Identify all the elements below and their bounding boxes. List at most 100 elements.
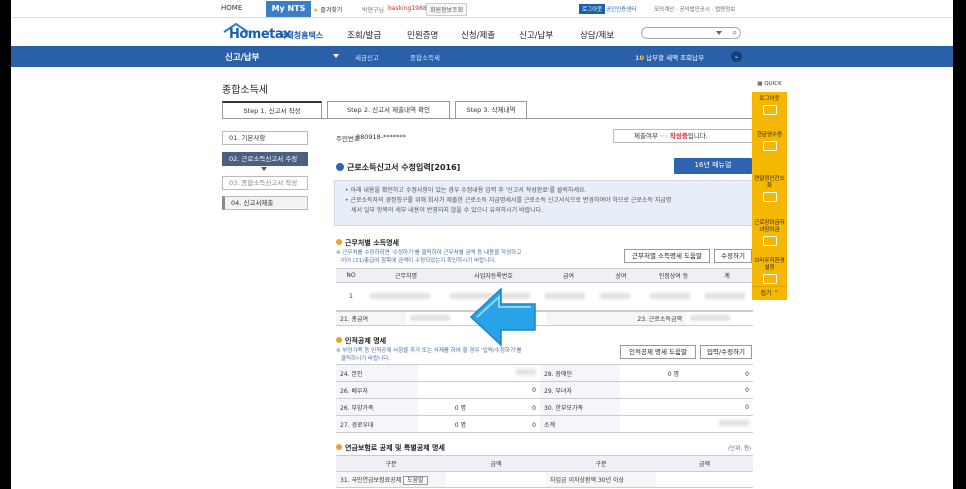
manual-button[interactable]: 16년 매뉴얼	[674, 158, 752, 174]
column-header: NO	[336, 268, 366, 283]
step-basic[interactable]: 01. 기본사항	[222, 131, 308, 145]
table-row: 24. 본인 28. 장애인 0 명0	[336, 364, 753, 382]
home-link[interactable]: HOME	[221, 4, 242, 12]
quick-browser-settings[interactable]: 브라우저환경설정	[752, 258, 787, 285]
amount-value: 0	[532, 404, 536, 412]
personal-table: 24. 본인 28. 장애인 0 명0 26. 배우자 0 29. 부녀자 0 …	[336, 364, 753, 433]
help-button[interactable]: 도움말	[403, 476, 428, 485]
column-header: 인정상여 등	[646, 268, 701, 283]
workplace-table: NO 근무처명 사업자등록번호 급여 상여 인정상여 등 계 1	[336, 268, 753, 311]
receipt-icon	[762, 141, 777, 151]
page-title: 종합소득세	[222, 85, 268, 96]
tab-step3[interactable]: Step 3. 삭제내역	[455, 101, 527, 118]
member-info-button[interactable]: 회원정보조회	[426, 3, 468, 16]
column-header: 구분	[546, 455, 656, 472]
table-row: 31. 국민연금보험료공제 도움말 차입금 이자상환액 30년 이상	[336, 471, 753, 488]
tab-step1[interactable]: Step 1. 신고서 작성	[222, 101, 322, 118]
row-value	[418, 364, 540, 382]
chevron-down-icon[interactable]	[716, 31, 722, 35]
quick-item-label: 브라우저환경설정	[754, 258, 785, 271]
masked-value	[600, 292, 630, 299]
masked-value	[370, 292, 430, 299]
quick-logout[interactable]: 로그아웃	[752, 96, 787, 116]
search-icon[interactable]: ⌕	[733, 28, 737, 38]
breadcrumb-1[interactable]: 세금신고	[355, 52, 379, 62]
info-line-3: 세서 일부 항목의 세부 내용이 반영되지 않을 수 있으니 유의하시기 바랍니…	[351, 207, 544, 214]
quick-incentive[interactable]: 근로장려금자녀장려금	[752, 220, 787, 247]
column-header: 계	[701, 268, 753, 283]
personal-title: 인적공제 명세	[336, 336, 386, 346]
nav-certificate[interactable]: 민원증명	[407, 29, 438, 41]
info-line-1: • 아래 내용을 확인하고 수정사항이 있는 경우 수정내용 입력 후 '신고서…	[345, 187, 587, 194]
chevron-down-icon[interactable]	[333, 54, 339, 58]
workplace-edit-button[interactable]: 수정하기	[714, 249, 752, 263]
favorites-label: 즐겨찾기	[320, 7, 343, 14]
pension-title-text: 연금보험료 공제 및 특별공제 명세	[345, 444, 445, 452]
quick-menu-body: 로그아웃 현금영수증 연말정산간소화 근로장려금자녀장려금 브라우저환경설정	[752, 92, 787, 286]
search-input[interactable]: ⌕	[641, 27, 741, 39]
submit-status-suffix: 입니다.	[687, 132, 708, 140]
personal-help-button[interactable]: 인적공제 명세 도움말	[620, 345, 696, 359]
row-value	[620, 415, 753, 433]
step-submit[interactable]: 04. 신고서제출	[222, 196, 308, 210]
arrows-icon: ›››	[660, 132, 668, 140]
workplace-title-text: 근무처별 소득명세	[345, 239, 399, 247]
table-row: 21. 총급여 23. 근로소득금액	[336, 311, 753, 326]
total-label: 21. 총급여	[336, 311, 406, 326]
count-value: 0	[667, 370, 672, 378]
column-header: 금액	[656, 455, 753, 472]
personal-title-text: 인적공제 명세	[345, 337, 387, 345]
logout-button[interactable]: 로그아웃	[579, 4, 606, 14]
nav-inquiry[interactable]: 조회/발급	[347, 29, 381, 41]
table-cell	[701, 282, 753, 311]
masked-value	[516, 369, 536, 375]
calendar-icon	[762, 192, 777, 202]
table-header-row: 구분 금액 구분 금액	[336, 455, 753, 472]
row-label: 26. 배우자	[336, 381, 418, 399]
column-header: 사업자등록번호	[446, 268, 541, 283]
quick-item-label: 연말정산간소화	[754, 176, 785, 189]
row-label: 30. 한부모가족	[540, 398, 620, 416]
notice-text[interactable]: 10 납부할 세액 조회납부	[635, 52, 704, 62]
workplace-note-1: ※ 근무처를 수정하려면 '수정하기'를 클릭하여 근무처별 금액 등 내용을 …	[336, 250, 522, 256]
quick-menu-header: ▦ QUICK	[757, 81, 782, 87]
table-cell	[541, 282, 596, 311]
nav-consult[interactable]: 상담/제보	[580, 29, 614, 41]
site-logo-subtitle: 국세청홈택스	[279, 31, 324, 40]
row-label: 24. 본인	[336, 364, 418, 382]
personal-edit-button[interactable]: 입력/수정하기	[700, 345, 752, 359]
nav-application[interactable]: 신청/제출	[461, 29, 495, 41]
table-cell	[646, 282, 701, 311]
favorites-link[interactable]: ★ 즐겨찾기	[313, 5, 342, 14]
row-value: 0 명0	[418, 398, 540, 416]
table-cell	[596, 282, 646, 311]
quick-item-label: 현금영수증	[756, 132, 783, 138]
breadcrumb-2[interactable]: 종합소득세	[410, 52, 440, 62]
info-box: • 아래 내용을 확인하고 수정사항이 있는 경우 수정내용 입력 후 '신고서…	[334, 180, 754, 226]
workplace-help-button[interactable]: 근무처별 소득명세 도움말	[624, 249, 710, 263]
tab-divider	[222, 118, 752, 119]
quick-collapse-button[interactable]: 접기 ⌃	[752, 286, 787, 300]
tab-step2[interactable]: Step 2. 신고서 제출내역 확인	[327, 101, 450, 118]
cert-center-link[interactable]: 공인인증센터	[606, 5, 636, 13]
form-title: 근로소득신고서 수정입력[2016]	[336, 162, 460, 173]
notice-number: 10	[635, 54, 645, 62]
quick-year-end[interactable]: 연말정산간소화	[752, 176, 787, 203]
personal-note-2: 클릭하시기 바랍니다.	[341, 356, 391, 362]
my-nts-tab[interactable]: My NTS	[266, 1, 311, 17]
info-text: 아래 내용을 확인하고 수정사항이 있는 경우 수정내용 입력 후 '신고서 작…	[350, 187, 587, 194]
row-label-text: 31. 국민연금보험료공제	[340, 477, 402, 484]
row-value: 0	[620, 381, 753, 399]
row-label: 29. 부녀자	[540, 381, 620, 399]
step-earned-income[interactable]: 02. 근로소득신고서 수정	[222, 152, 308, 166]
nav-filing[interactable]: 신고/납부	[519, 29, 553, 41]
utility-links[interactable]: 모의계산 · 공익법인공시 · 법령정보	[654, 5, 735, 13]
column-header: 급여	[541, 268, 596, 283]
quick-item-label: 로그아웃	[759, 96, 780, 102]
quick-menu: ▦ QUICK 로그아웃 현금영수증 연말정산간소화 근로장려금자녀장려금 브라…	[752, 78, 787, 300]
earned-value	[686, 311, 753, 326]
bullet-icon	[336, 444, 342, 450]
quick-cash-receipt[interactable]: 현금영수증	[752, 132, 787, 152]
chevron-down-icon[interactable]: ⌄	[731, 51, 742, 62]
step-comprehensive[interactable]: 03. 종합소득신고서 작성	[222, 176, 308, 190]
